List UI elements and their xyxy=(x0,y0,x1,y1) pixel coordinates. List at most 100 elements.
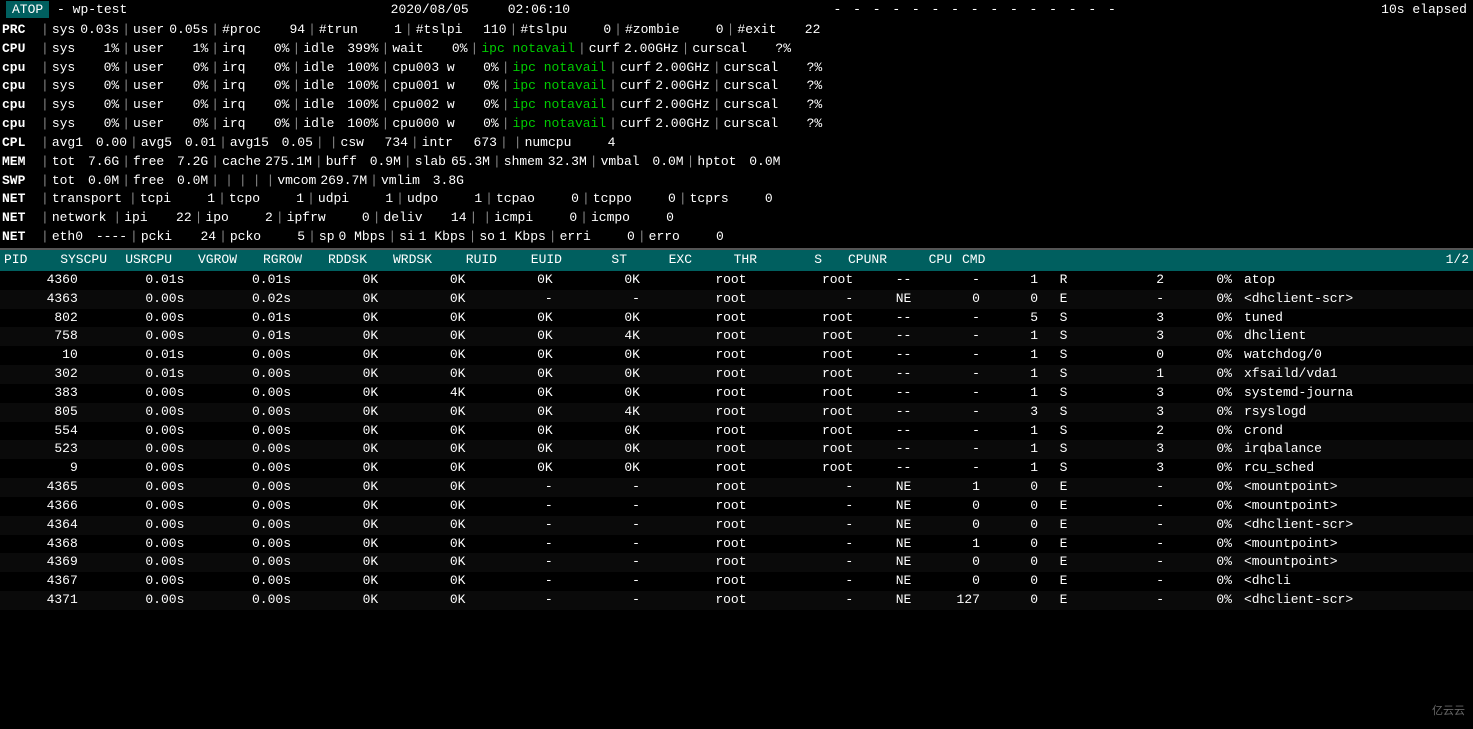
pipe-separator: | xyxy=(582,190,590,209)
table-cell: - xyxy=(917,271,986,290)
pipe-separator: | xyxy=(330,134,338,153)
table-cell: 0K xyxy=(559,440,646,459)
field-segment: tot0.0M xyxy=(52,172,119,191)
col-header-exc: EXC xyxy=(637,251,692,270)
field-key: erri xyxy=(560,229,591,244)
table-cell: - xyxy=(753,290,860,309)
table-cell: 1 xyxy=(1083,365,1170,384)
field-key: tcprs xyxy=(690,191,729,206)
pipe-separator: | xyxy=(382,96,390,115)
table-cell: <dhclient-scr> xyxy=(1238,290,1473,309)
table-cell: root xyxy=(646,365,753,384)
table-row: 43660.00s0.00s0K0K--root-NE00E-0%<mountp… xyxy=(0,497,1473,516)
hostname: wp-test xyxy=(73,2,128,17)
table-cell: root xyxy=(646,478,753,497)
table-cell: 0K xyxy=(384,497,471,516)
table-cell: 3 xyxy=(1083,403,1170,422)
table-cell: 4K xyxy=(384,384,471,403)
table-cell: -- xyxy=(859,365,917,384)
field-segment: icmpi0 xyxy=(494,209,577,228)
field-key: sys xyxy=(52,22,75,37)
pipe-separator: | xyxy=(510,21,518,40)
table-cell: 0K xyxy=(384,346,471,365)
field-segment: avg50.01 xyxy=(141,134,216,153)
field-segment: #tslpu0 xyxy=(520,21,611,40)
table-cell: S xyxy=(1044,346,1083,365)
table-cell: NE xyxy=(859,553,917,572)
pipe-separator: | xyxy=(405,21,413,40)
sysinfo-rows: PRC | sys0.03s | user0.05s | #proc94 | #… xyxy=(0,21,1473,247)
field-key: sp xyxy=(319,229,335,244)
field-segment: erro0 xyxy=(649,228,724,247)
table-cell: - xyxy=(753,478,860,497)
field-key: user xyxy=(133,97,164,112)
table-cell: 1 xyxy=(986,422,1044,441)
pipe-separator: | xyxy=(471,40,479,59)
table-cell: - xyxy=(471,591,558,610)
table-cell: 0.01s xyxy=(84,365,191,384)
table-cell: 0.00s xyxy=(84,572,191,591)
field-key: ipfrw xyxy=(287,210,326,225)
pipe-separator: | xyxy=(41,172,49,191)
pipe-separator: | xyxy=(502,96,510,115)
table-cell: 0 xyxy=(917,497,986,516)
field-segment: cache275.1M xyxy=(222,153,312,172)
table-cell: 0K xyxy=(297,516,384,535)
field-value: 0% xyxy=(459,115,499,134)
table-cell: 1 xyxy=(986,365,1044,384)
pipe-separator: | xyxy=(225,172,233,191)
field-value: 0% xyxy=(459,77,499,96)
table-cell: 0K xyxy=(559,346,646,365)
table-cell: 0.01s xyxy=(84,271,191,290)
col-header-usrcpu: USRCPU xyxy=(117,251,172,270)
table-cell: 0.01s xyxy=(190,309,297,328)
table-cell: - xyxy=(753,553,860,572)
field-segment: si1 Kbps xyxy=(399,228,465,247)
table-cell: - xyxy=(917,440,986,459)
table-row: 43650.00s0.00s0K0K--root-NE10E-0%<mountp… xyxy=(0,478,1473,497)
field-segment: #proc94 xyxy=(222,21,305,40)
table-cell: 0K xyxy=(471,346,558,365)
field-value: 3.8G xyxy=(424,172,464,191)
field-segment: user0.05s xyxy=(133,21,208,40)
table-cell: 3 xyxy=(1083,440,1170,459)
table-cell: -- xyxy=(859,459,917,478)
field-segment: idle100% xyxy=(303,59,378,78)
col-header-cmd: CMD xyxy=(962,251,1042,270)
table-cell: 0K xyxy=(297,440,384,459)
field-segment: vmcom269.7M xyxy=(277,172,367,191)
field-key: avg1 xyxy=(52,135,83,150)
table-cell: 4371 xyxy=(0,591,84,610)
field-segment: wait0% xyxy=(392,40,467,59)
table-cell: - xyxy=(1083,553,1170,572)
field-segment: tcpi1 xyxy=(140,190,215,209)
field-key: curf xyxy=(620,60,651,75)
table-cell: 0K xyxy=(297,478,384,497)
table-cell: 3 xyxy=(1083,309,1170,328)
table-cell: S xyxy=(1044,309,1083,328)
table-row: 5230.00s0.00s0K0K0K0Krootroot---1S30%irq… xyxy=(0,440,1473,459)
table-cell: 3 xyxy=(1083,384,1170,403)
row-label: PRC xyxy=(2,21,38,40)
table-cell: NE xyxy=(859,591,917,610)
row-label: CPU xyxy=(2,40,38,59)
table-cell: 0.00s xyxy=(190,384,297,403)
table-cell: 0K xyxy=(384,327,471,346)
field-segment: irq0% xyxy=(222,96,289,115)
field-segment: curf2.00GHz xyxy=(589,40,679,59)
table-cell: E xyxy=(1044,478,1083,497)
table-cell: root xyxy=(646,535,753,554)
table-cell: 0K xyxy=(384,290,471,309)
table-cell: 0K xyxy=(559,309,646,328)
field-segment: sys1% xyxy=(52,40,119,59)
sysinfo-row: cpu | sys0% | user0% | irq0% | idle100% … xyxy=(0,115,1473,134)
pipe-separator: | xyxy=(502,59,510,78)
field-key: cache xyxy=(222,154,261,169)
table-cell: root xyxy=(753,422,860,441)
table-cell: E xyxy=(1044,535,1083,554)
field-segment: curscal?% xyxy=(724,77,823,96)
table-cell: 0K xyxy=(297,346,384,365)
table-cell: - xyxy=(471,535,558,554)
field-value: 0 xyxy=(537,209,577,228)
table-cell: E xyxy=(1044,572,1083,591)
